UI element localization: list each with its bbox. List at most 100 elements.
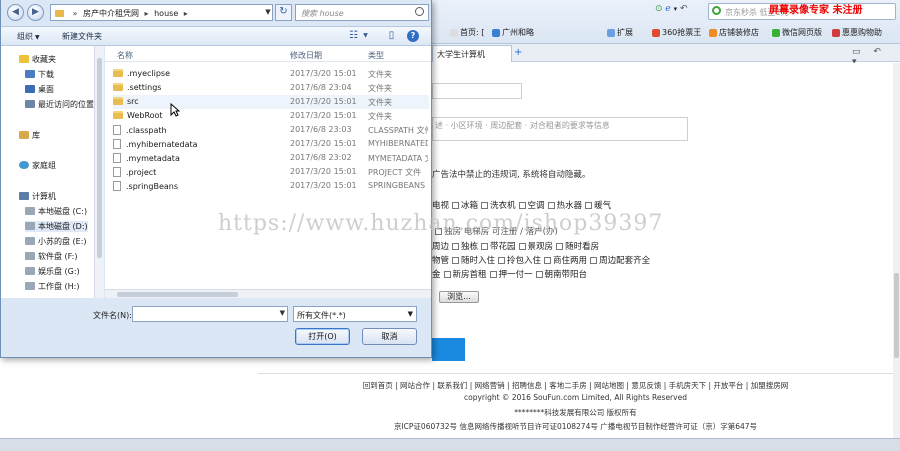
- nav-item-computer[interactable]: 计算机: [19, 191, 56, 202]
- file-row[interactable]: .springBeans 2017/3/20 15:01 SPRINGBEANS: [113, 179, 429, 193]
- breadcrumb-separator: »: [72, 9, 78, 18]
- checkbox[interactable]: [443, 271, 451, 278]
- new-tab-button[interactable]: +: [514, 47, 522, 58]
- description-textarea[interactable]: 述 · 小区环境 · 周边配套 · 对合租者的要求等信息: [432, 117, 688, 141]
- column-headers: 名称 修改日期 类型: [105, 46, 431, 62]
- checkbox[interactable]: [452, 257, 460, 264]
- file-icon: [113, 167, 121, 177]
- checkbox[interactable]: [590, 257, 598, 264]
- file-row[interactable]: WebRoot 2017/3/20 15:01 文件夹: [113, 109, 429, 123]
- file-row[interactable]: .project 2017/3/20 15:01 PROJECT 文件: [113, 165, 429, 179]
- checkbox[interactable]: [481, 202, 489, 209]
- scroll-thumb[interactable]: [894, 273, 899, 358]
- nav-item-drive-h[interactable]: 工作盘 (H:): [25, 281, 80, 292]
- open-button[interactable]: 打开(O): [295, 328, 350, 345]
- checkbox[interactable]: [518, 202, 526, 209]
- tab-active[interactable]: 大学生计算机: [432, 45, 512, 62]
- forward-button[interactable]: ▶: [27, 4, 44, 21]
- dropdown-icon[interactable]: ▾: [674, 5, 678, 13]
- bookmark-home[interactable]: 首页: [: [450, 27, 484, 38]
- bookmark-wechat[interactable]: 微信网页版: [772, 27, 822, 38]
- file-row[interactable]: .myhibernatedata 2017/3/20 15:01 MYHIBERNA…: [113, 137, 429, 151]
- checkbox[interactable]: [544, 257, 552, 264]
- extensions-icon: [607, 28, 615, 37]
- nav-item-favorites[interactable]: 收藏夹: [19, 54, 56, 65]
- file-row[interactable]: .settings 2017/6/8 23:04 文件夹: [113, 81, 429, 95]
- nav-item-drive-c[interactable]: 本地磁盘 (C:): [25, 206, 87, 217]
- bookmark-360[interactable]: 360抢票王: [652, 27, 701, 38]
- checkbox[interactable]: [481, 243, 489, 250]
- checkbox[interactable]: [556, 243, 564, 250]
- nav-scrollbar[interactable]: [94, 46, 104, 298]
- chevron-down-icon[interactable]: ▼: [359, 30, 372, 42]
- preview-pane-icon[interactable]: ▯: [385, 30, 398, 42]
- nav-item-downloads[interactable]: 下载: [25, 69, 54, 80]
- bookmark-shop[interactable]: 店铺装修店: [709, 27, 759, 38]
- dialog-search-input[interactable]: 搜索 house: [295, 4, 429, 21]
- cancel-button[interactable]: 取消: [362, 328, 417, 345]
- chevron-down-icon: ▼: [407, 310, 413, 318]
- nav-item-drive-d[interactable]: 本地磁盘 (D:): [25, 221, 88, 232]
- nav-item-homegroup[interactable]: 家庭组: [19, 160, 56, 171]
- checkbox[interactable]: [518, 243, 526, 250]
- file-row[interactable]: src 2017/3/20 15:01 文件夹: [113, 95, 429, 109]
- breadcrumb-item[interactable]: 房产中介租凭网: [83, 9, 139, 18]
- footer-links[interactable]: 回到首页 | 网站合作 | 联系我们 | 网络营销 | 招聘信息 | 客地二手房…: [258, 380, 893, 391]
- recorder-watermark: 屏幕录像专家 未注册: [769, 5, 863, 16]
- file-row[interactable]: .mymetadata 2017/6/8 23:02 MYMETADATA 文: [113, 151, 429, 165]
- nav-item-drive-f[interactable]: 软件盘 (F:): [25, 251, 77, 262]
- text-field[interactable]: [432, 83, 522, 99]
- column-type[interactable]: 类型: [368, 50, 384, 61]
- forward-arrow-icon: ▶: [32, 7, 39, 17]
- checkbox[interactable]: [489, 271, 497, 278]
- recent-icon: [25, 100, 35, 108]
- download-folder-icon: [25, 70, 35, 78]
- submit-button[interactable]: [432, 338, 465, 361]
- bookmark-huihui[interactable]: 惠惠购物助: [832, 27, 882, 38]
- checkbox[interactable]: [452, 243, 460, 250]
- drive-icon: [25, 222, 35, 230]
- file-row[interactable]: .classpath 2017/6/8 23:03 CLASSPATH 文件: [113, 123, 429, 137]
- nav-item-recent[interactable]: 最近访问的位置: [25, 99, 94, 110]
- checkbox[interactable]: [535, 271, 543, 278]
- back-icon[interactable]: ↶: [680, 4, 688, 14]
- browse-button[interactable]: 浏览...: [439, 291, 479, 303]
- column-name[interactable]: 名称: [117, 50, 133, 61]
- help-icon[interactable]: ?: [407, 30, 419, 42]
- bookmark-extensions[interactable]: 扩展: [607, 27, 633, 38]
- checkbox[interactable]: [452, 202, 460, 209]
- breadcrumb-item[interactable]: house: [154, 9, 178, 18]
- bookmark-icon: [492, 28, 500, 37]
- organize-menu[interactable]: 组织 ▼: [17, 31, 40, 42]
- address-bar[interactable]: » 房产中介租凭网 ▸ house ▸: [50, 4, 273, 21]
- back-button[interactable]: ◀: [7, 4, 24, 21]
- nav-item-drive-e[interactable]: 小苏的盘 (E:): [25, 236, 87, 247]
- bookmark-guangzhou[interactable]: 广州和略: [492, 27, 534, 38]
- file-row[interactable]: .myeclipse 2017/3/20 15:01 文件夹: [113, 67, 429, 81]
- page-scrollbar[interactable]: [893, 63, 900, 438]
- nav-item-desktop[interactable]: 桌面: [25, 84, 54, 95]
- ie-icon[interactable]: ℯ: [665, 4, 670, 14]
- footer-copyright: copyright © 2016 SouFun.com Limited, All…: [464, 393, 687, 402]
- bookmark-icon: [709, 28, 717, 37]
- desktop-icon: [25, 85, 35, 93]
- column-date[interactable]: 修改日期: [290, 50, 322, 61]
- address-dropdown-icon[interactable]: ▼: [263, 5, 273, 20]
- chevron-down-icon[interactable]: ▼: [280, 309, 285, 317]
- refresh-button[interactable]: ↻: [275, 4, 292, 21]
- horizontal-scrollbar[interactable]: [105, 289, 431, 298]
- homegroup-icon: [19, 161, 29, 169]
- filetype-select[interactable]: 所有文件(*.*) ▼: [293, 306, 417, 322]
- scroll-thumb[interactable]: [97, 58, 102, 258]
- new-folder-button[interactable]: 新建文件夹: [62, 31, 102, 42]
- checkbox[interactable]: [498, 257, 506, 264]
- scroll-thumb[interactable]: [117, 292, 238, 297]
- nav-item-libraries[interactable]: 库: [19, 130, 40, 141]
- checkbox[interactable]: [547, 202, 555, 209]
- checkbox[interactable]: [585, 202, 593, 209]
- browser-address-icons[interactable]: ⊙ ℯ ▾ ↶: [655, 4, 705, 19]
- wechat-icon: [772, 28, 780, 37]
- nav-item-drive-g[interactable]: 娱乐盘 (G:): [25, 266, 80, 277]
- filename-input[interactable]: ▼: [132, 306, 288, 322]
- dialog-navbar: ◀ ▶ » 房产中介租凭网 ▸ house ▸ ▼ ↻ 搜索 house: [1, 0, 431, 26]
